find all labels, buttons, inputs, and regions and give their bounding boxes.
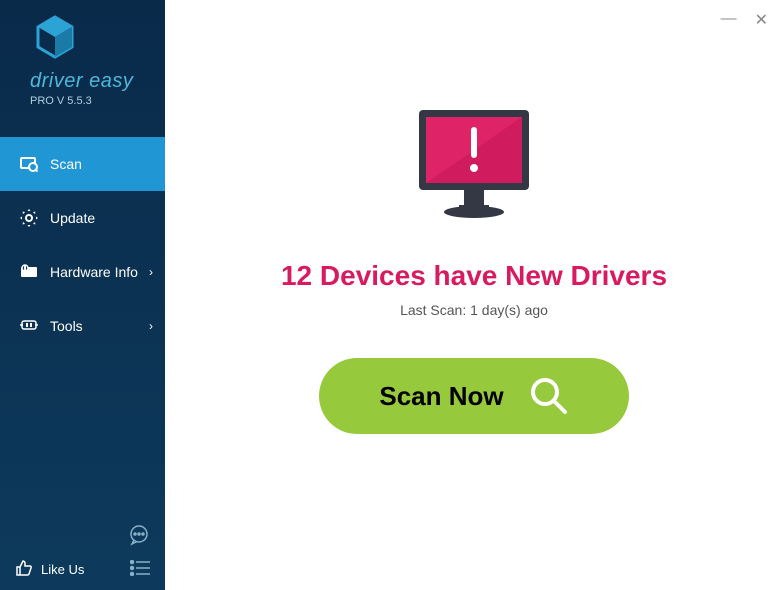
list-icon[interactable] (130, 560, 150, 579)
logo-area: driver easy PRO V 5.5.3 (0, 0, 165, 117)
sidebar-item-label: Scan (50, 156, 82, 172)
chevron-right-icon: › (149, 319, 153, 333)
hardware-info-icon: i (20, 263, 38, 281)
sidebar-item-hardware-info[interactable]: i Hardware Info › (0, 245, 165, 299)
headline-text: 12 Devices have New Drivers (281, 260, 667, 292)
sidebar-item-label: Tools (50, 318, 83, 334)
magnify-icon (529, 376, 569, 416)
sidebar-item-label: Update (50, 210, 95, 226)
sidebar: driver easy PRO V 5.5.3 Scan Update (0, 0, 165, 590)
brand-name: driver easy (30, 70, 155, 93)
svg-text:i: i (24, 266, 25, 272)
close-button[interactable]: ✕ (755, 10, 768, 30)
nav-items: Scan Update i Hardware Info › (0, 137, 165, 353)
minimize-button[interactable]: — (721, 10, 737, 30)
scan-button-label: Scan Now (379, 381, 503, 412)
thumbs-up-icon (15, 559, 33, 580)
main-content: — ✕ 12 Devices have New Drivers Last Sca… (165, 0, 783, 590)
sidebar-footer: Like Us (0, 524, 165, 580)
last-scan-text: Last Scan: 1 day(s) ago (400, 302, 548, 318)
chat-icon[interactable] (15, 524, 150, 551)
like-us-label: Like Us (41, 562, 84, 577)
gear-icon (20, 209, 38, 227)
content-area: 12 Devices have New Drivers Last Scan: 1… (165, 0, 783, 590)
sidebar-item-scan[interactable]: Scan (0, 137, 165, 191)
window-controls: — ✕ (721, 10, 768, 30)
sidebar-item-tools[interactable]: Tools › (0, 299, 165, 353)
version-text: PRO V 5.5.3 (30, 95, 155, 107)
monitor-alert-icon (404, 100, 544, 235)
scan-now-button[interactable]: Scan Now (319, 358, 628, 434)
chevron-right-icon: › (149, 265, 153, 279)
sidebar-item-update[interactable]: Update (0, 191, 165, 245)
tools-icon (20, 317, 38, 335)
scan-icon (20, 155, 38, 173)
logo-icon (30, 15, 155, 65)
sidebar-item-label: Hardware Info (50, 264, 138, 280)
like-us-button[interactable]: Like Us (15, 559, 84, 580)
